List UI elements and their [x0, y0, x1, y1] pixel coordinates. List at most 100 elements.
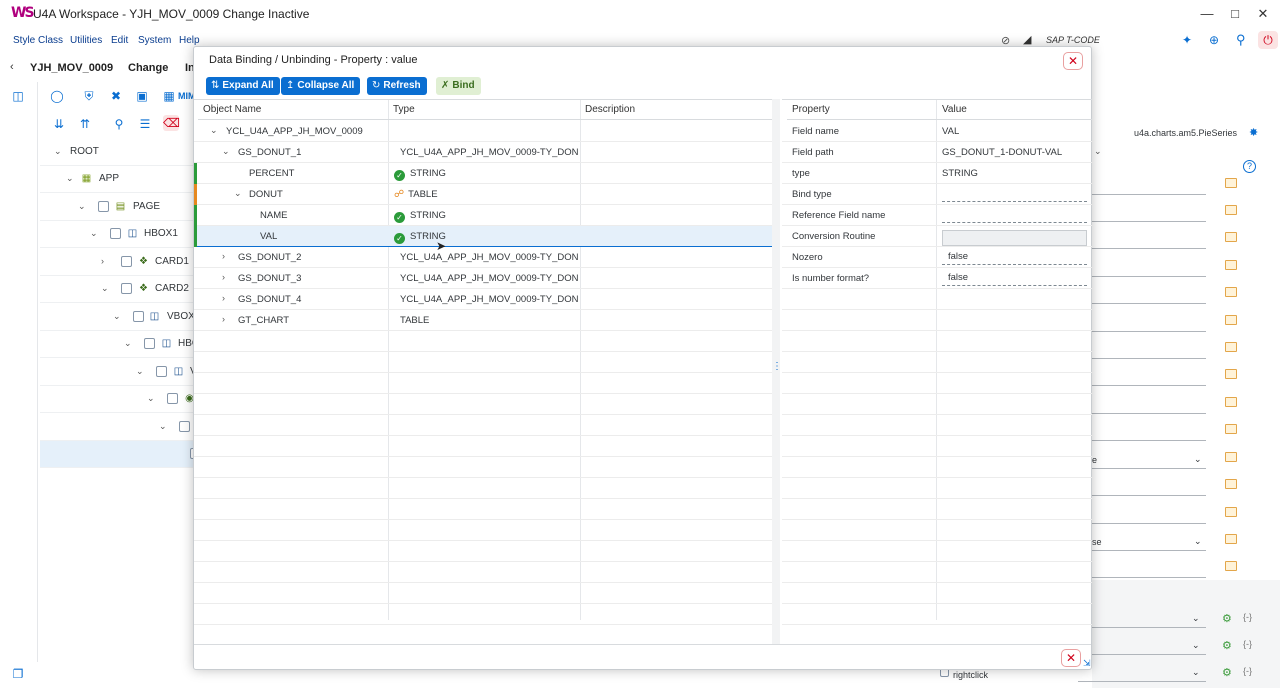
- chevron-down-icon[interactable]: ⌄: [222, 146, 230, 157]
- nozero-select[interactable]: false: [942, 251, 1087, 265]
- code-icon[interactable]: {-}: [1243, 612, 1252, 622]
- tree-row-vbox[interactable]: ⌄ ◫ VBOX1: [40, 304, 200, 331]
- tree-checkbox[interactable]: [156, 366, 167, 377]
- gear-icon[interactable]: ⚙: [1222, 666, 1232, 679]
- power-icon[interactable]: ⏻: [1258, 31, 1278, 49]
- chevron-right-icon[interactable]: ›: [222, 272, 225, 282]
- tree-row[interactable]: › GS_DONUT_2 YCL_U4A_APP_JH_MOV_0009-TY_…: [194, 247, 772, 268]
- chevron-down-icon[interactable]: ⌄: [1094, 146, 1102, 157]
- prop-input[interactable]: [1092, 425, 1206, 441]
- col-header-type[interactable]: Type: [388, 100, 580, 120]
- tree-row[interactable]: › GS_DONUT_3 YCL_U4A_APP_JH_MOV_0009-TY_…: [194, 268, 772, 289]
- tree-row-page[interactable]: ⌄ ▤ PAGE: [40, 194, 200, 221]
- folder-icon[interactable]: [1225, 452, 1237, 462]
- prop-input[interactable]: [1092, 316, 1206, 332]
- tree-checkbox[interactable]: [133, 311, 144, 322]
- delete-icon[interactable]: ⌫: [163, 115, 180, 131]
- prop-select[interactable]: e ⌄: [1092, 453, 1206, 469]
- minimize-icon[interactable]: —: [1198, 5, 1216, 23]
- chevron-down-icon[interactable]: ⌄: [1192, 613, 1200, 624]
- folder-icon[interactable]: [1225, 369, 1237, 379]
- tree-row[interactable]: ⌄ YCL_U4A_APP_JH_MOV_0009: [194, 121, 772, 142]
- folder-icon[interactable]: [1225, 424, 1237, 434]
- tree-row-chart[interactable]: ⌄ ◉: [40, 386, 200, 413]
- conversion-routine-input[interactable]: [942, 230, 1087, 246]
- chevron-down-icon[interactable]: ⌄: [1194, 454, 1202, 465]
- shield-icon[interactable]: ⛨: [81, 88, 97, 104]
- chevron-right-icon[interactable]: ›: [101, 256, 104, 266]
- folder-icon[interactable]: [1225, 479, 1237, 489]
- prop-input[interactable]: [1092, 261, 1206, 277]
- bind-type-field[interactable]: [942, 188, 1087, 202]
- tag-icon[interactable]: ◢: [1023, 33, 1031, 46]
- chevron-down-icon[interactable]: ⌄: [147, 393, 155, 404]
- tree-row[interactable]: ⌄ GS_DONUT_1 YCL_U4A_APP_JH_MOV_0009-TY_…: [194, 142, 772, 163]
- event-select[interactable]: ⌄: [1078, 639, 1206, 655]
- tree-settings-icon[interactable]: ✸: [1249, 126, 1258, 139]
- chevron-down-icon[interactable]: ⌄: [210, 125, 218, 136]
- folder-icon[interactable]: [1225, 287, 1237, 297]
- collapse-all-button[interactable]: ↥ Collapse All: [281, 77, 361, 95]
- prop-input[interactable]: [1092, 398, 1206, 414]
- tree-row[interactable]: › GT_CHART TABLE: [194, 310, 772, 331]
- prop-input[interactable]: [1092, 480, 1206, 496]
- col-header-description[interactable]: Description: [580, 100, 772, 120]
- tree-row-selected[interactable]: VAL ✓ STRING: [194, 226, 772, 247]
- tree-row-selected[interactable]: [40, 441, 201, 468]
- menu-style-class[interactable]: Style Class: [13, 35, 63, 46]
- prop-input[interactable]: [1092, 233, 1206, 249]
- event-select[interactable]: ⌄: [1078, 612, 1206, 628]
- prop-input[interactable]: [1092, 562, 1206, 578]
- drag-handle-icon[interactable]: ⋮: [772, 361, 782, 372]
- prop-input[interactable]: [1092, 370, 1206, 386]
- tree-row-hbox[interactable]: ⌄ ◫ HBO: [40, 331, 200, 358]
- menu-edit[interactable]: Edit: [111, 35, 128, 46]
- tree-row-series[interactable]: ⌄: [40, 414, 200, 441]
- folder-icon[interactable]: [1225, 315, 1237, 325]
- reference-field-input[interactable]: [942, 209, 1087, 223]
- menu-help[interactable]: Help: [179, 35, 200, 46]
- chevron-down-icon[interactable]: ⌄: [78, 201, 86, 212]
- back-icon[interactable]: ‹: [10, 61, 14, 73]
- chevron-down-icon[interactable]: ⌄: [113, 311, 121, 322]
- splitter[interactable]: ⋮: [772, 99, 782, 644]
- chevron-right-icon[interactable]: ›: [222, 293, 225, 303]
- col-header-object-name[interactable]: Object Name: [198, 100, 388, 120]
- maximize-icon[interactable]: □: [1226, 5, 1244, 23]
- refresh-button[interactable]: ↻ Refresh: [367, 77, 427, 95]
- gear-icon[interactable]: ⚙: [1222, 639, 1232, 652]
- chevron-down-icon[interactable]: ⌄: [66, 173, 74, 184]
- tree-row-card1[interactable]: › ❖ CARD1: [40, 249, 200, 276]
- tree-icon[interactable]: ☰: [137, 116, 153, 132]
- help-icon[interactable]: ?: [1243, 160, 1256, 173]
- menu-system[interactable]: System: [138, 35, 171, 46]
- zoom-in-icon[interactable]: ⊕: [1209, 33, 1219, 47]
- prop-input[interactable]: [1092, 288, 1206, 304]
- chevron-down-icon[interactable]: ⌄: [1192, 667, 1200, 678]
- prop-input[interactable]: [1092, 343, 1206, 359]
- tree-row-root[interactable]: ⌄ ROOT: [40, 139, 200, 166]
- expand-all-icon[interactable]: ⇊: [51, 116, 67, 132]
- folder-icon[interactable]: [1225, 232, 1237, 242]
- window-close-icon[interactable]: ✕: [1254, 5, 1272, 23]
- sap-tcode-label[interactable]: SAP T-CODE: [1046, 35, 1100, 45]
- prop-select[interactable]: se ⌄: [1092, 535, 1206, 551]
- tree-checkbox[interactable]: [167, 393, 178, 404]
- chevron-down-icon[interactable]: ⌄: [54, 146, 62, 157]
- collapse-all-icon[interactable]: ⇈: [77, 116, 93, 132]
- chevron-down-icon[interactable]: ⌄: [1194, 536, 1202, 547]
- prop-input[interactable]: [1092, 179, 1206, 195]
- gear-icon[interactable]: ⚙: [1222, 612, 1232, 625]
- tree-checkbox[interactable]: [144, 338, 155, 349]
- find-icon[interactable]: ⚲: [111, 116, 127, 132]
- chevron-down-icon[interactable]: ⌄: [1192, 640, 1200, 651]
- folder-icon[interactable]: [1225, 342, 1237, 352]
- tree-checkbox[interactable]: [98, 201, 109, 212]
- chevron-right-icon[interactable]: ›: [222, 314, 225, 324]
- folder-icon[interactable]: [1225, 561, 1237, 571]
- save-icon[interactable]: ▣: [134, 88, 150, 104]
- chevron-down-icon[interactable]: ⌄: [159, 421, 167, 432]
- menu-utilities[interactable]: Utilities: [70, 35, 102, 46]
- tree-row[interactable]: ⌄ DONUT ☍ TABLE: [194, 184, 772, 205]
- copy-icon[interactable]: ❐: [10, 666, 26, 682]
